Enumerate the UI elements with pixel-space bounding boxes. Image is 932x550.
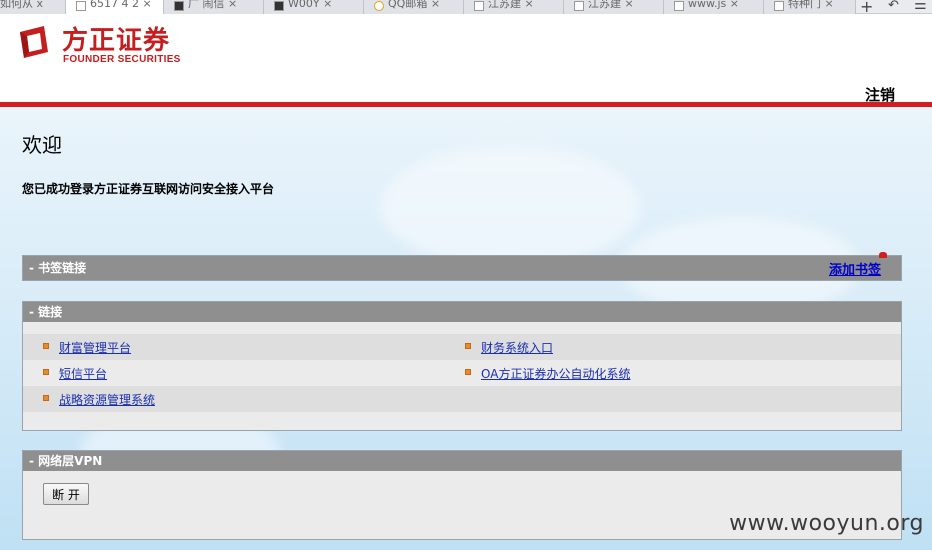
page-icon	[774, 1, 784, 11]
list-item: 财富管理平台 财务系统入口	[23, 334, 901, 360]
links-header[interactable]: - 链接	[23, 302, 901, 322]
tab-label: 6517 4 2 ×	[90, 0, 152, 10]
list-item: 短信平台 OA方正证券办公自动化系统	[23, 360, 901, 386]
links-panel: - 链接 财富管理平台 财务系统入口 短信平台 OA方正证券办公自动化系统 战略…	[22, 301, 902, 431]
link-sms-platform[interactable]: 短信平台	[59, 365, 107, 382]
page-icon	[574, 1, 584, 11]
bullet-icon	[43, 343, 49, 349]
browser-tab[interactable]: 江苏建 ×	[464, 0, 564, 14]
browser-tab-strip: 如何从 x 6517 4 2 × 广 闹信 × W00Y × QQ邮箱 × 江苏…	[0, 0, 932, 16]
notification-dot-icon	[879, 252, 887, 258]
welcome-title: 欢迎	[22, 133, 62, 157]
main-content: 欢迎 您已成功登录方正证券互联网访问安全接入平台 - 书签链接 添加书签 - 链…	[0, 107, 932, 550]
tab-menu-icon[interactable]: ☰	[914, 0, 927, 13]
links-title: - 链接	[29, 305, 63, 319]
tab-label: QQ邮箱 ×	[388, 0, 441, 10]
bookmarks-header[interactable]: - 书签链接 添加书签	[23, 252, 901, 283]
welcome-subtitle: 您已成功登录方正证券互联网访问安全接入平台	[22, 182, 275, 196]
list-item: 战略资源管理系统	[23, 386, 901, 412]
site-header: 方正证券 FOUNDER SECURITIES 注销	[0, 14, 932, 104]
links-list: 财富管理平台 财务系统入口 短信平台 OA方正证券办公自动化系统 战略资源管理系…	[23, 322, 901, 424]
bullet-icon	[465, 369, 471, 375]
brand-name-en: FOUNDER SECURITIES	[63, 54, 181, 65]
link-wealth-management[interactable]: 财富管理平台	[59, 339, 131, 356]
browser-tab[interactable]: www.js ×	[664, 0, 764, 14]
world-map-decoration	[380, 147, 640, 267]
tab-label: www.js ×	[688, 0, 739, 10]
browser-tab[interactable]: 如何从 x	[0, 0, 66, 14]
bullet-icon	[465, 343, 471, 349]
link-finance-system[interactable]: 财务系统入口	[481, 339, 553, 356]
tab-label: 如何从 x	[0, 0, 44, 10]
bookmarks-title: - 书签链接	[29, 261, 87, 275]
browser-tab[interactable]: QQ邮箱 ×	[364, 0, 464, 14]
link-oa-system[interactable]: OA方正证券办公自动化系统	[481, 365, 630, 382]
undo-close-tab-icon[interactable]: ↶	[888, 0, 899, 13]
tab-label: W00Y ×	[288, 0, 333, 10]
bookmarks-panel: - 书签链接 添加书签	[22, 252, 902, 283]
browser-tab[interactable]: 广 闹信 ×	[164, 0, 264, 14]
vpn-header[interactable]: - 网络层VPN	[23, 451, 901, 471]
browser-tab[interactable]: 江苏建 ×	[564, 0, 664, 14]
vpn-title: - 网络层VPN	[29, 454, 103, 468]
site-icon	[174, 1, 184, 11]
tab-label: 广 闹信 ×	[188, 0, 238, 10]
founder-logo-icon	[20, 26, 48, 58]
bullet-icon	[43, 395, 49, 401]
bullet-icon	[43, 369, 49, 375]
disconnect-button[interactable]: 断 开	[43, 483, 89, 505]
page-icon	[674, 1, 684, 11]
link-strategic-resources[interactable]: 战略资源管理系统	[59, 391, 155, 408]
browser-tab-active[interactable]: 6517 4 2 ×	[66, 0, 164, 14]
add-bookmark-link[interactable]: 添加书签	[829, 259, 881, 283]
watermark: www.wooyun.org	[729, 511, 924, 536]
browser-tab[interactable]: W00Y ×	[264, 0, 364, 14]
tab-label: 江苏建 ×	[488, 0, 534, 10]
qq-mail-icon	[374, 1, 384, 11]
page-icon	[474, 1, 484, 11]
brand-name-cn: 方正证券	[62, 26, 171, 56]
browser-tab[interactable]: 特种门 ×	[764, 0, 856, 14]
tab-label: 特种门 ×	[788, 0, 834, 10]
page-icon	[76, 1, 86, 11]
tab-label: 江苏建 ×	[588, 0, 634, 10]
site-icon	[274, 1, 284, 11]
